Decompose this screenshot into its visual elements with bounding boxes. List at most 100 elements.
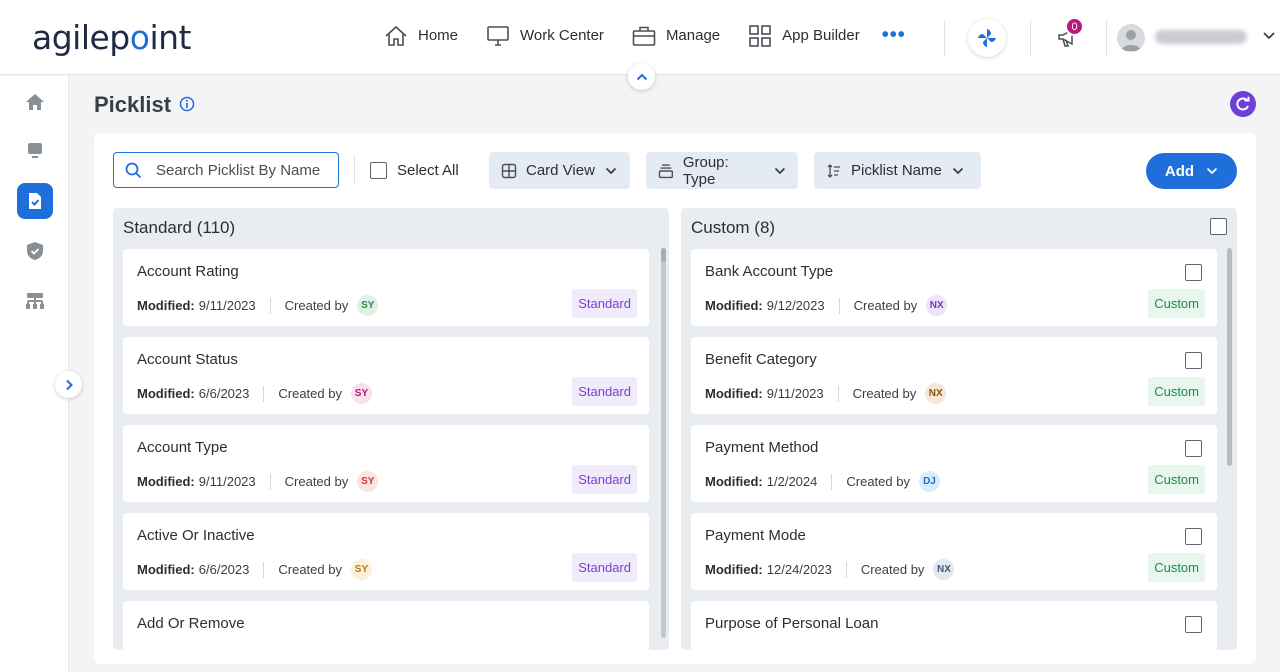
select-column-checkbox[interactable] [1210, 218, 1227, 235]
creator-initials: SY [350, 383, 372, 404]
group-dropdown[interactable]: Group: Type [646, 152, 798, 189]
sort-icon [827, 163, 840, 178]
scrollbar-thumb[interactable] [1227, 248, 1232, 466]
chevron-down-icon [605, 167, 617, 174]
modified-date: 12/24/2023 [766, 562, 832, 577]
card-checkbox[interactable] [1185, 264, 1202, 281]
divider [838, 297, 840, 314]
group-dropdown-label: Group: Type [682, 153, 729, 188]
more-menu-icon[interactable]: ••• [882, 24, 906, 47]
picklist-name: Account Type [137, 439, 228, 456]
expand-sidebar-button[interactable] [55, 371, 82, 398]
refresh-icon [1236, 96, 1250, 111]
sort-dropdown-label: Picklist Name [851, 162, 942, 179]
picklist-card[interactable]: Account Rating Modified: 9/11/2023 Creat… [123, 249, 649, 326]
creator-initials: SY [357, 295, 379, 316]
picklist-name: Benefit Category [705, 351, 817, 368]
divider [837, 385, 839, 402]
divider [354, 155, 355, 185]
card-meta: Modified: 9/11/2023 Created by SY [137, 295, 379, 316]
type-tag: Custom [1148, 289, 1205, 318]
search-box[interactable] [113, 152, 339, 188]
nav-work-center-label: Work Center [520, 27, 604, 44]
picklist-card[interactable]: Bank Account Type Modified: 9/12/2023 Cr… [691, 249, 1217, 326]
nav-app-builder[interactable]: App Builder [748, 24, 860, 47]
picklist-card[interactable]: Account Status Modified: 6/6/2023 Create… [123, 337, 649, 414]
picklist-card[interactable]: Benefit Category Modified: 9/11/2023 Cre… [691, 337, 1217, 414]
divider [1106, 20, 1107, 56]
nav-home-label: Home [418, 27, 459, 44]
chevron-down-icon[interactable] [1262, 31, 1276, 41]
picklist-card[interactable]: Payment Method Modified: 1/2/2024 Create… [691, 425, 1217, 502]
chevron-right-icon [65, 379, 73, 390]
card-checkbox[interactable] [1185, 440, 1202, 457]
picklist-card[interactable]: Account Type Modified: 9/11/2023 Created… [123, 425, 649, 502]
card-meta: Modified: 1/2/2024 Created by DJ [705, 471, 940, 492]
select-all[interactable]: Select All [370, 162, 459, 179]
type-tag: Standard [572, 553, 637, 582]
collapse-header-button[interactable] [628, 63, 655, 90]
creator-initials: NX [926, 295, 948, 316]
card-checkbox[interactable] [1185, 616, 1202, 633]
select-all-checkbox[interactable] [370, 162, 387, 179]
creator-initials: DJ [918, 471, 940, 492]
scrollbar-thumb[interactable] [661, 248, 666, 262]
search-input[interactable] [156, 161, 326, 179]
card-checkbox[interactable] [1185, 528, 1202, 545]
modified-label: Modified: [705, 474, 763, 489]
modified-label: Modified: [705, 562, 763, 577]
picklist-name: Account Rating [137, 263, 239, 280]
page-title: Picklist [94, 92, 172, 117]
picklist-card[interactable]: Active Or Inactive Modified: 6/6/2023 Cr… [123, 513, 649, 590]
divider [1030, 20, 1031, 56]
picklist-card[interactable]: Payment Mode Modified: 12/24/2023 Create… [691, 513, 1217, 590]
card-meta: Modified: 12/24/2023 Created by NX [705, 559, 955, 580]
picklist-card[interactable]: Purpose of Personal Loan [691, 601, 1217, 650]
type-tag: Standard [572, 289, 637, 318]
search-icon [125, 162, 142, 178]
creator-initials: NX [925, 383, 947, 404]
scrollbar[interactable] [661, 248, 666, 638]
type-tag: Custom [1148, 377, 1205, 406]
nav-manage[interactable]: Manage [632, 25, 720, 47]
clipboard-check-icon [29, 193, 41, 209]
sidebar-item-org-chart[interactable] [17, 283, 53, 319]
sidebar-item-work-center[interactable] [17, 133, 53, 169]
modified-label: Modified: [137, 298, 195, 313]
main-nav: Home Work Center Manage App Builder ••• [384, 24, 934, 47]
monitor-icon [28, 143, 42, 158]
card-checkbox[interactable] [1185, 352, 1202, 369]
user-name-blurred[interactable] [1155, 30, 1247, 44]
briefcase-icon [632, 26, 656, 46]
modified-date: 9/12/2023 [766, 298, 825, 313]
sort-dropdown[interactable]: Picklist Name [814, 152, 981, 189]
org-chart-icon [26, 293, 44, 309]
divider [263, 385, 265, 402]
group-icon [658, 163, 674, 178]
agilepoint-assistant-button[interactable] [968, 19, 1006, 57]
agilepoint-logo[interactable]: agilepoint [32, 18, 191, 57]
nav-manage-label: Manage [665, 27, 721, 44]
add-button[interactable]: Add [1146, 153, 1237, 189]
created-by-label: Created by [846, 474, 910, 489]
avatar[interactable] [1117, 24, 1145, 52]
select-all-label: Select All [397, 162, 459, 179]
picklist-name: Account Status [137, 351, 238, 368]
picklist-card[interactable]: Add Or Remove [123, 601, 649, 650]
modified-date: 1/2/2024 [766, 474, 818, 489]
sidebar-item-home[interactable] [17, 84, 53, 120]
view-dropdown-label: Card View [526, 162, 595, 179]
creator-initials: NX [933, 559, 955, 580]
type-tag: Standard [572, 377, 637, 406]
sidebar-item-security[interactable] [17, 233, 53, 269]
user-icon [1121, 30, 1141, 51]
sidebar-item-picklist[interactable] [17, 183, 53, 219]
modified-label: Modified: [705, 386, 763, 401]
nav-work-center[interactable]: Work Center [486, 25, 604, 47]
modified-label: Modified: [137, 386, 195, 401]
info-icon[interactable] [179, 96, 195, 112]
refresh-button[interactable] [1230, 91, 1256, 117]
nav-home[interactable]: Home [384, 25, 458, 47]
modified-label: Modified: [137, 562, 195, 577]
view-dropdown[interactable]: Card View [489, 152, 630, 189]
